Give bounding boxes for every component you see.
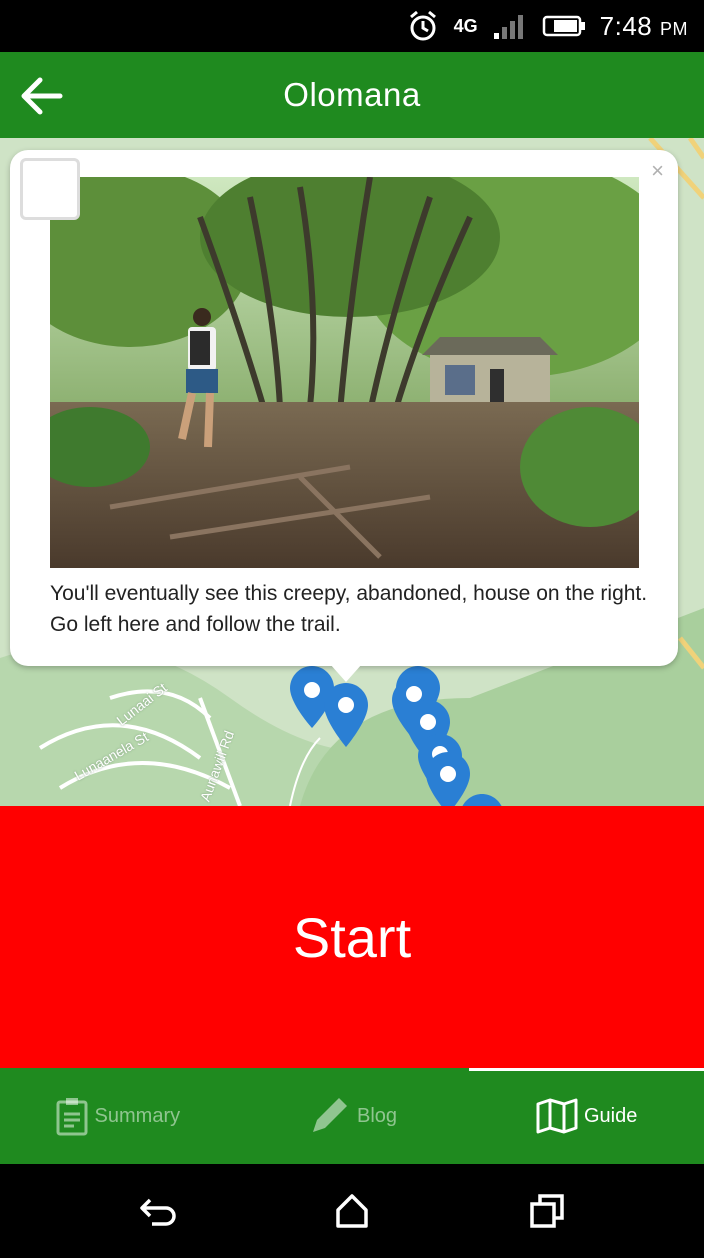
back-icon xyxy=(140,1198,176,1226)
system-recents-button[interactable] xyxy=(528,1192,568,1232)
recents-icon xyxy=(530,1194,564,1228)
page-title: Olomana xyxy=(283,76,421,113)
pencil-icon xyxy=(312,1098,347,1132)
battery-icon xyxy=(542,14,586,38)
tab-blog[interactable]: Blog xyxy=(235,1068,470,1164)
popup-pointer xyxy=(330,664,362,682)
start-button[interactable]: Start xyxy=(0,806,704,1068)
system-navigation-bar xyxy=(0,1164,704,1258)
bottom-nav: Summary Blog Guide xyxy=(0,1068,704,1164)
tab-summary[interactable]: Summary xyxy=(0,1068,235,1164)
home-icon xyxy=(336,1194,368,1228)
tab-label: Guide xyxy=(583,1104,638,1127)
close-icon[interactable]: × xyxy=(651,158,664,184)
map-icon xyxy=(536,1098,578,1134)
system-back-button[interactable] xyxy=(138,1192,178,1232)
signal-icon xyxy=(492,11,528,41)
tab-guide[interactable]: Guide xyxy=(469,1068,704,1164)
trail-photo xyxy=(50,177,639,568)
network-4g-icon: 4G xyxy=(453,16,478,36)
popup-caption: You'll eventually see this creepy, aband… xyxy=(50,582,648,636)
clock: 7:48 PM xyxy=(599,10,688,41)
waypoint-popup: × You'll eventually see this creepy, aba… xyxy=(10,150,678,666)
status-bar: 4G 7:48 PM xyxy=(0,0,704,52)
system-home-button[interactable] xyxy=(332,1192,372,1232)
tab-label: Summary xyxy=(94,1104,181,1127)
waypoint-checkbox[interactable] xyxy=(20,158,80,220)
clipboard-icon xyxy=(56,1098,88,1136)
app-bar: Olomana xyxy=(0,52,704,138)
tab-label: Blog xyxy=(356,1104,398,1127)
alarm-icon xyxy=(406,9,440,43)
